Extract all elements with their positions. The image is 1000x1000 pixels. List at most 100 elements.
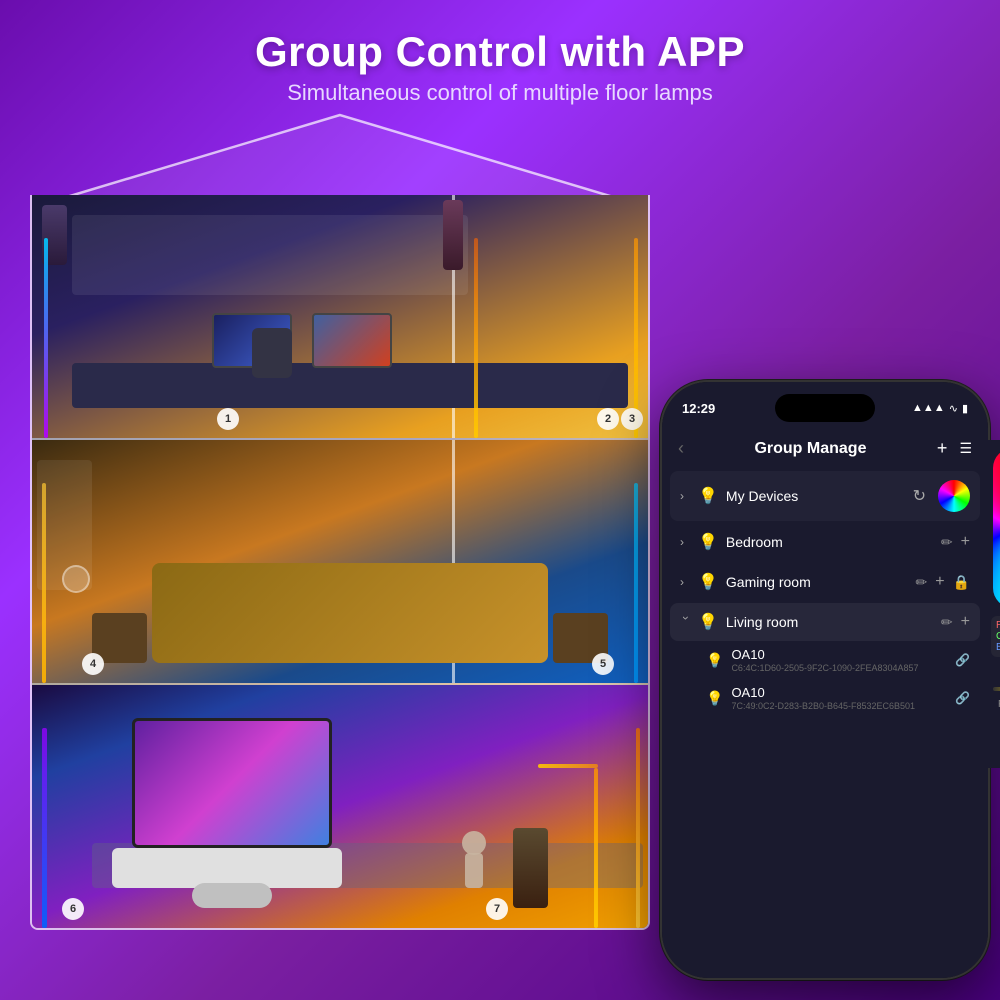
- bed: [152, 563, 548, 663]
- g-label: G: [996, 631, 1000, 642]
- bedroom-group: › 💡 Bedroom ✏ +: [670, 523, 980, 561]
- my-devices-group: › 💡 My Devices ↻: [670, 471, 980, 521]
- floor-2: 4 5: [32, 440, 648, 685]
- badge-1: 1: [217, 408, 239, 430]
- phone-body: 12:29 ▲▲▲ ∿ ▮ ‹ Group Manage + ☰: [660, 380, 990, 980]
- chevron-bedroom: ›: [680, 535, 692, 549]
- light-icon-gaming: 💡: [698, 572, 718, 592]
- phone-screen: 12:29 ▲▲▲ ∿ ▮ ‹ Group Manage + ☰: [662, 382, 988, 978]
- tv: [132, 718, 332, 848]
- monitor-2: [312, 313, 392, 368]
- device-id-2: 7C:49:0C2-D283-B2B0-B645-F8532EC6B501: [731, 701, 955, 711]
- phone-mockup: R 208 G 0 B 255 ☀ Preset 12:29: [660, 380, 990, 980]
- b-label: B: [996, 642, 1000, 653]
- status-icons: ▲▲▲ ∿ ▮: [912, 402, 968, 415]
- device-oa10-1[interactable]: 💡 OA10 C6:4C:1D60-2505-9F2C-1090-2FEA830…: [670, 641, 980, 679]
- coffee-table: [192, 883, 272, 908]
- my-devices-label: My Devices: [726, 488, 913, 504]
- rgb-display: R 208 G 0 B 255: [991, 616, 1000, 657]
- lamp-far-right: [636, 728, 640, 928]
- device-light-icon-1: 💡: [706, 652, 723, 669]
- battery-icon: ▮: [962, 402, 968, 415]
- floor-1: 1 2 3: [32, 195, 648, 440]
- wifi-icon: ∿: [949, 402, 958, 415]
- badge-2: 2: [597, 408, 619, 430]
- lamp-6: [42, 728, 47, 928]
- house-outline: 1 2 3 4 5: [30, 110, 650, 930]
- app-title: Group Manage: [754, 440, 866, 458]
- lamp-2: [474, 238, 478, 438]
- gaming-label: Gaming room: [726, 574, 916, 590]
- my-devices-actions: ↻: [913, 480, 970, 512]
- lamp-corner-h: [538, 764, 598, 768]
- device-info-2: OA10 7C:49:0C2-D283-B2B0-B645-F8532EC6B5…: [731, 685, 955, 711]
- badge-7: 7: [486, 898, 508, 920]
- figure: [465, 853, 483, 888]
- page-header: Group Control with APP Simultaneous cont…: [0, 0, 1000, 121]
- refresh-button[interactable]: ↻: [913, 486, 926, 506]
- back-icon[interactable]: ‹: [678, 438, 684, 459]
- badge-3: 3: [621, 408, 643, 430]
- lamp-7: [594, 768, 598, 928]
- bedroom-row[interactable]: › 💡 Bedroom ✏ +: [670, 523, 980, 561]
- lamp-4: [42, 483, 46, 683]
- living-room-group: › 💡 Living room ✏ + 💡 OA10 C6:4C:: [670, 603, 980, 717]
- link-icon-2[interactable]: 🔗: [955, 691, 970, 705]
- floor-3: 6 7: [32, 685, 648, 928]
- preset-label: Preset: [991, 699, 1000, 710]
- menu-button[interactable]: ☰: [959, 440, 972, 457]
- gaming-room-group: › 💡 Gaming room ✏ + 🔒: [670, 563, 980, 601]
- house-body: 1 2 3 4 5: [30, 195, 650, 930]
- my-devices-row[interactable]: › 💡 My Devices ↻: [670, 471, 980, 521]
- device-name-2: OA10: [731, 685, 955, 700]
- app-header: ‹ Group Manage + ☰: [662, 430, 988, 471]
- device-id-1: C6:4C:1D60-2505-9F2C-1090-2FEA8304A857: [731, 663, 955, 673]
- device-light-icon-2: 💡: [706, 690, 723, 707]
- chair: [252, 328, 292, 378]
- add-gaming-button[interactable]: +: [935, 573, 944, 591]
- brightness-slider[interactable]: [993, 687, 1000, 691]
- link-icon-1[interactable]: 🔗: [955, 653, 970, 667]
- chevron-living: ›: [679, 616, 693, 628]
- desk: [72, 363, 628, 408]
- signal-icon: ▲▲▲: [912, 402, 945, 414]
- badge-6: 6: [62, 898, 84, 920]
- bedroom-actions: ✏ +: [941, 533, 970, 551]
- living-label: Living room: [726, 614, 941, 630]
- add-group-button[interactable]: +: [937, 438, 948, 459]
- app-header-icons: + ☰: [937, 438, 972, 459]
- r-label: R: [996, 620, 1000, 631]
- color-wheel-side: [993, 448, 1000, 608]
- add-living-button[interactable]: +: [961, 613, 970, 631]
- bedroom-label: Bedroom: [726, 534, 941, 550]
- chevron-gaming: ›: [680, 575, 692, 589]
- shelves: [72, 215, 468, 295]
- living-room-row[interactable]: › 💡 Living room ✏ +: [670, 603, 980, 641]
- page-title: Group Control with APP: [20, 28, 980, 76]
- brightness-icon: ☀: [991, 663, 1000, 683]
- device-list: › 💡 My Devices ↻ › 💡 Bedroom: [662, 471, 988, 717]
- figure-head: [462, 831, 486, 855]
- light-icon-bedroom: 💡: [698, 532, 718, 552]
- clock: [62, 565, 90, 593]
- gaming-room-row[interactable]: › 💡 Gaming room ✏ + 🔒: [670, 563, 980, 601]
- light-icon-living: 💡: [698, 612, 718, 632]
- device-info-1: OA10 C6:4C:1D60-2505-9F2C-1090-2FEA8304A…: [731, 647, 955, 673]
- add-bedroom-button[interactable]: +: [961, 533, 970, 551]
- device-name-1: OA10: [731, 647, 955, 662]
- chevron-my-devices: ›: [680, 489, 692, 503]
- floor-plant: [513, 828, 548, 908]
- edit-gaming-button[interactable]: ✏: [915, 574, 927, 591]
- sofa: [112, 848, 342, 888]
- house-illustration: 1 2 3 4 5: [30, 110, 650, 930]
- edit-living-button[interactable]: ✏: [941, 614, 953, 631]
- gaming-actions: ✏ + 🔒: [915, 573, 970, 591]
- edit-bedroom-button[interactable]: ✏: [941, 534, 953, 551]
- lock-gaming-button[interactable]: 🔒: [953, 574, 970, 591]
- light-icon-my-devices: 💡: [698, 486, 718, 506]
- device-oa10-2[interactable]: 💡 OA10 7C:49:0C2-D283-B2B0-B645-F8532EC6…: [670, 679, 980, 717]
- living-actions: ✏ +: [941, 613, 970, 631]
- color-wheel-my-devices[interactable]: [938, 480, 970, 512]
- lamp-1: [44, 238, 48, 438]
- badge-4: 4: [82, 653, 104, 675]
